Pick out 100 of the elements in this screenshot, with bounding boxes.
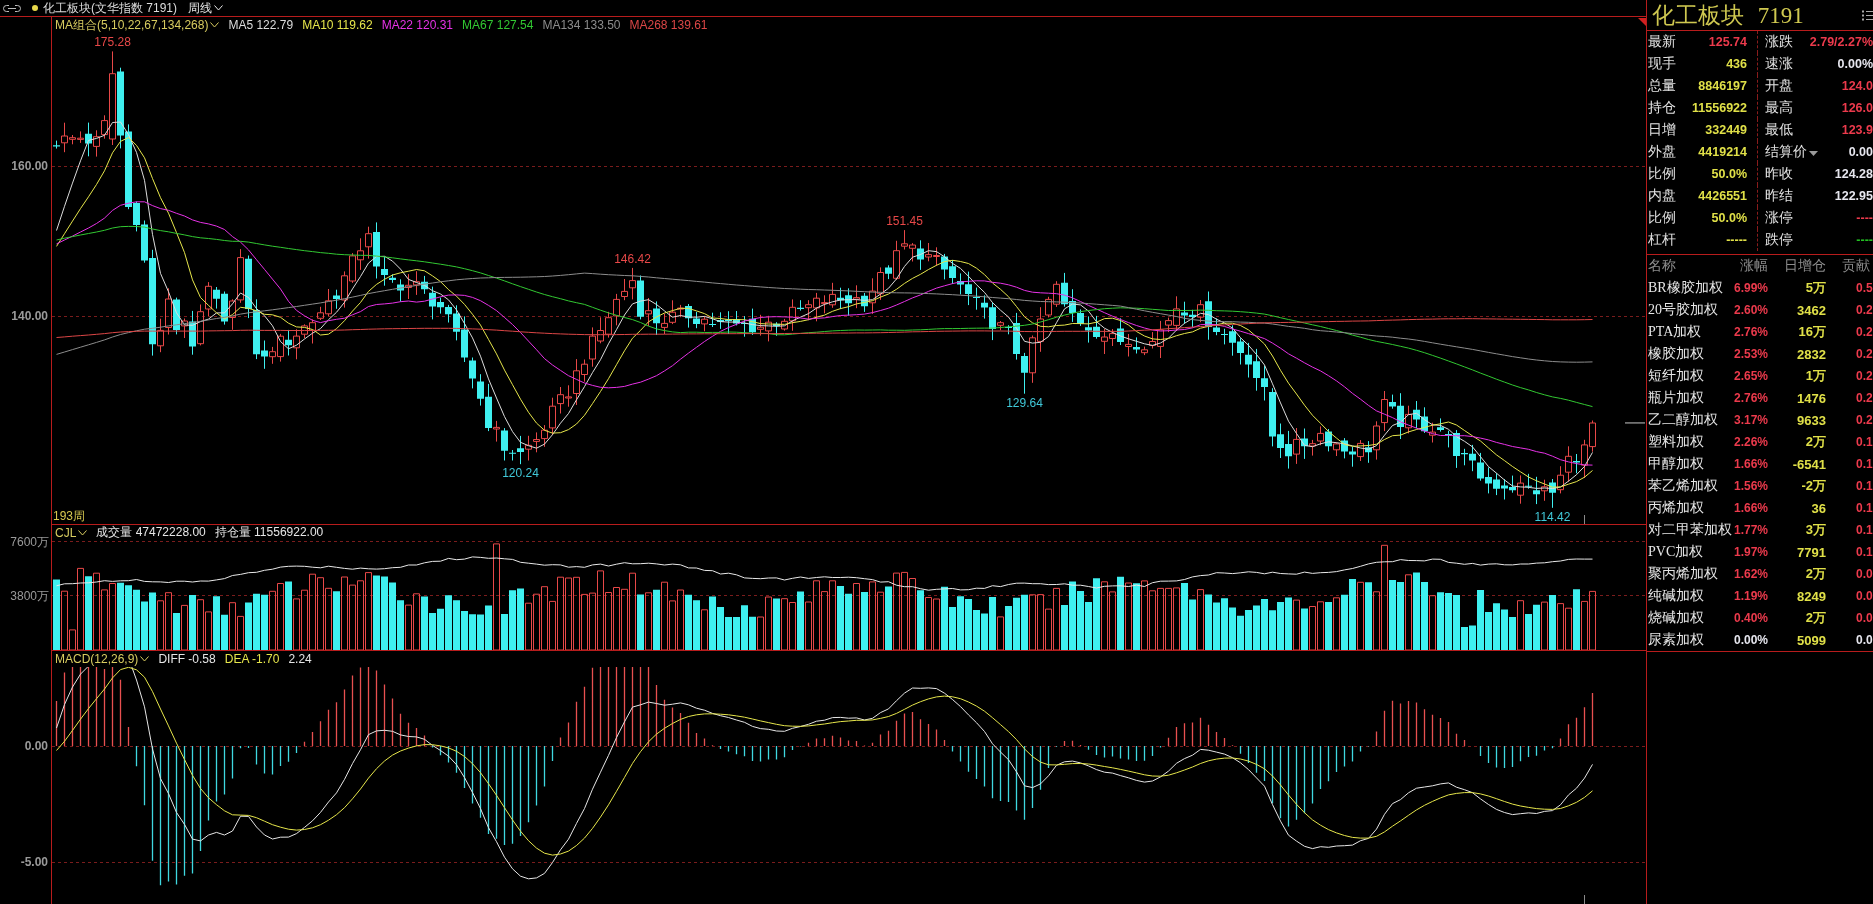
contribution-value: 0.2 [1856,391,1873,405]
contribution-value: 0.2 [1856,325,1873,339]
instrument-name: 甲醇加权 [1647,455,1704,473]
instrument-name: 20号胶加权 [1647,301,1718,319]
quote-value: 124.0 [1841,79,1873,93]
quote-value: 0.00 [1848,145,1873,159]
contribution-value: 0.2 [1856,303,1873,317]
change-value: 2.76% [1733,391,1768,405]
oi-change-value: 16万 [1798,323,1826,341]
bar-count-label: 193周 [53,509,86,523]
change-value: 2.65% [1733,369,1768,383]
caret-icon [140,656,150,662]
quote-value: 122.95 [1834,189,1873,203]
indicator-selector[interactable]: MA组合(5,10,22,67,134,268) [55,16,220,34]
instrument-name: 纯碱加权 [1647,587,1704,605]
change-value: 2.53% [1733,347,1768,361]
quote-label: 最高 [1765,99,1793,117]
contribution-value: 0.2 [1856,369,1873,383]
quote-label: 外盘 [1648,143,1676,161]
change-value: 2.26% [1733,435,1768,449]
quote-value: 124.28 [1834,167,1873,181]
contribution-value: 0.1 [1856,545,1873,559]
quote-value: 50.0% [1711,167,1747,181]
change-value: 1.66% [1733,457,1768,471]
quote-value: ---- [1856,211,1873,225]
change-value: 1.19% [1733,589,1768,603]
contribution-value: 0.0 [1856,611,1873,625]
change-value: 2.76% [1733,325,1768,339]
instrument-name: 尿素加权 [1647,631,1704,649]
axis-label: -5.00 [20,855,48,869]
quote-label: 涨停 [1765,209,1793,227]
quote-value: 4419214 [1698,145,1747,159]
column-header: 名称 [1647,257,1676,275]
change-value: 6.99% [1733,281,1768,295]
period-selector[interactable]: 周线 [188,0,224,17]
axis-label: 0.00 [24,739,48,753]
quote-label: 昨结 [1765,187,1793,205]
contribution-value: 0.1 [1856,501,1873,515]
ma-reading: MA10 119.62 [302,18,373,32]
caret-icon [210,22,220,28]
column-header: 日增仓 [1784,257,1826,275]
instrument-name: 橡胶加权 [1647,345,1704,363]
ma-reading: MA268 139.61 [629,18,708,32]
contribution-value: 0.1 [1856,523,1873,537]
contribution-value: 0.2 [1856,413,1873,427]
oi-change-value: 2万 [1805,565,1826,583]
macd-reading: 2.24 [288,652,312,666]
cursor-tick [1584,894,1585,904]
quote-label: 内盘 [1648,187,1676,205]
contribution-value: 0.0 [1856,633,1873,647]
price-label: 175.28 [94,35,131,50]
current-price-tick [1624,422,1646,424]
list-icon[interactable] [1862,9,1873,21]
status-dot-icon [32,5,38,11]
quote-value: 2.79/2.27% [1809,35,1873,49]
change-value: 2.60% [1733,303,1768,317]
quote-value: ----- [1726,233,1747,247]
caret-icon[interactable] [1809,151,1818,156]
change-value: 1.97% [1733,545,1768,559]
quote-value: 8846197 [1698,79,1747,93]
quote-value: 123.9 [1841,123,1873,137]
quote-label: 跌停 [1765,231,1793,249]
indicator-selector[interactable]: MACD(12,26,9) [55,652,150,666]
contribution-value: 0.0 [1856,589,1873,603]
column-header: 贡献 [1842,257,1870,275]
volume-reading: 持仓量 11556922.00 [214,524,324,541]
change-value: 1.66% [1733,501,1768,515]
oi-change-value: 2万 [1805,609,1826,627]
oi-change-value: -6541 [1792,456,1826,472]
oi-change-value: 8249 [1797,588,1826,604]
macd-reading: DIFF -0.58 [158,652,216,666]
quote-value: 11556922 [1692,101,1747,115]
link-icon[interactable] [3,4,21,12]
quote-value: 4426551 [1698,189,1747,203]
ma-reading: MA5 122.79 [228,18,294,32]
oi-change-value: 1万 [1805,367,1826,385]
price-label: 114.42 [1534,509,1571,524]
quote-label: 比例 [1648,165,1676,183]
axis-label: 140.00 [11,309,48,323]
change-value: 1.77% [1733,523,1768,537]
quote-value: 436 [1726,57,1747,71]
volume-reading: 成交量 47472228.00 [96,524,206,541]
price-label: 120.24 [502,466,539,481]
instrument-name: 塑料加权 [1647,433,1704,451]
change-value: 1.56% [1733,479,1768,493]
cursor-tick [1584,514,1585,524]
change-value: 0.00% [1733,633,1768,647]
indicator-selector[interactable]: CJL [55,525,88,540]
quote-label: 最新 [1648,33,1676,51]
quote-value: 125.74 [1708,35,1747,49]
oi-change-value: 2万 [1805,433,1826,451]
instrument-name: 短纤加权 [1647,367,1704,385]
oi-change-value: 1476 [1797,390,1826,406]
quote-label: 最低 [1765,121,1793,139]
instrument-name: 瓶片加权 [1647,389,1704,407]
ma-reading: MA22 120.31 [381,18,454,32]
axis-label: 3800万 [10,589,49,603]
axis-label: 7600万 [10,535,49,549]
quote-value: 332449 [1705,123,1747,137]
ma-reading: MA134 133.50 [542,18,621,32]
